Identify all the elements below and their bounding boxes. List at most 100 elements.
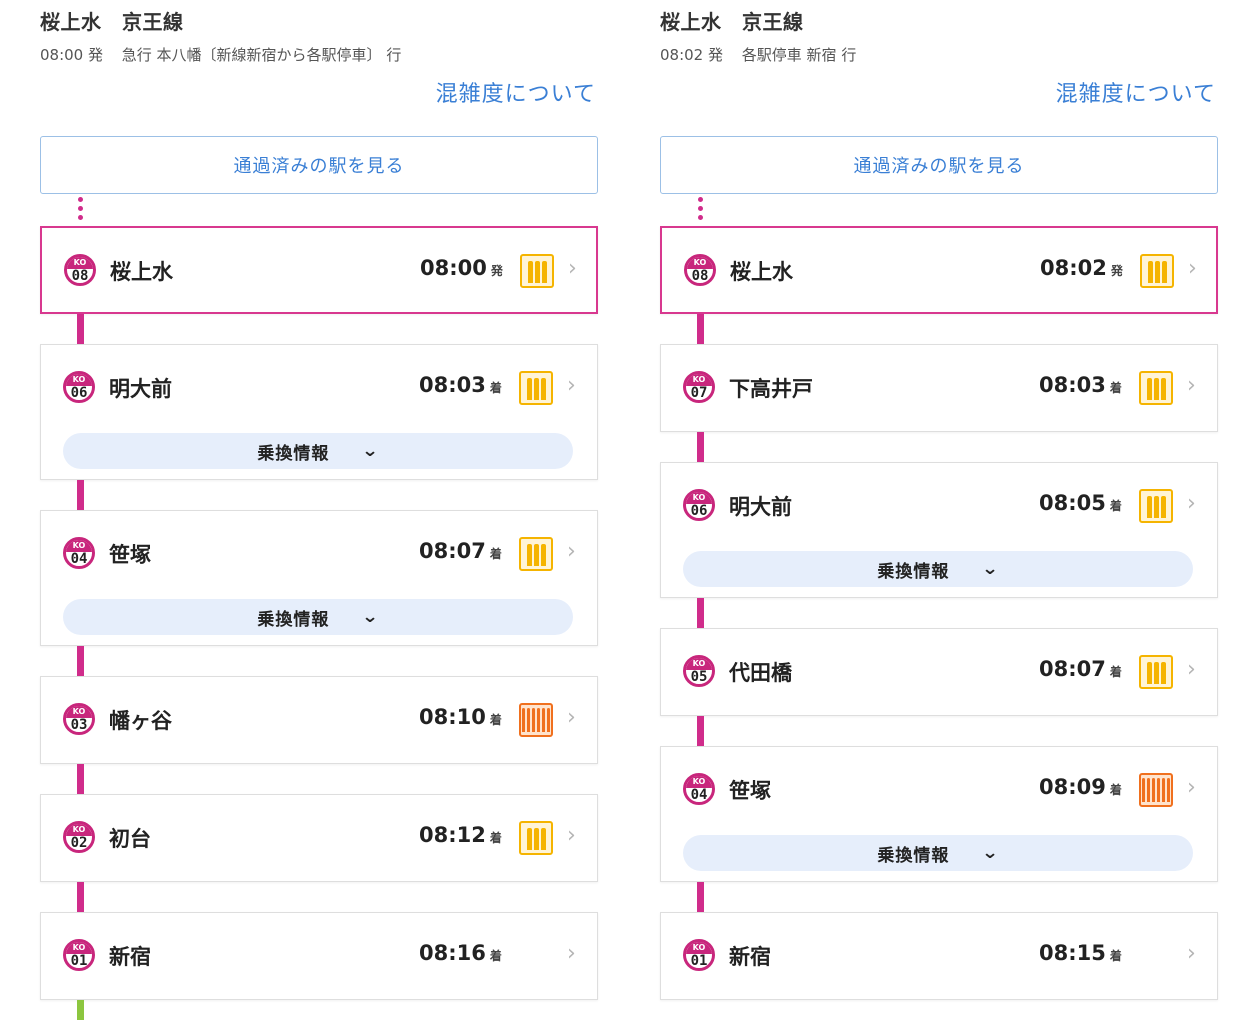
station-number-icon: KO 02 [63, 821, 95, 853]
arrival-departure-label: 着 [489, 831, 502, 845]
station-row[interactable]: KO 06 明大前 08:03 着 › [41, 345, 597, 433]
arrival-departure-label: 着 [489, 547, 502, 561]
departure-time: 08:00 発 [40, 46, 103, 64]
station-card[interactable]: KO 01 新宿 08:15 着 › [660, 912, 1218, 1000]
transfer-info-button[interactable]: 乗換情報 ⌄ [63, 433, 573, 469]
congestion-icon[interactable] [1139, 655, 1173, 689]
station-number-icon: KO 01 [63, 939, 95, 971]
station-row[interactable]: KO 07 下高井戸 08:03 着 › [661, 345, 1217, 433]
station-row[interactable]: KO 04 笹塚 08:09 着 › [661, 747, 1217, 835]
time-value: 08:03 [419, 373, 486, 397]
station-number-icon: KO 06 [63, 371, 95, 403]
station-row[interactable]: KO 08 桜上水 08:00 発 › [42, 228, 596, 316]
station-number: 03 [70, 717, 88, 733]
passed-stations-dots [76, 194, 84, 226]
transfer-info-label: 乗換情報 [257, 443, 330, 464]
station-card[interactable]: KO 02 初台 08:12 着 › [40, 794, 598, 882]
chevron-right-icon[interactable]: › [567, 705, 576, 730]
congestion-icon[interactable] [519, 703, 553, 737]
arrival-departure-label: 着 [1109, 783, 1122, 797]
congestion-icon[interactable] [1140, 254, 1174, 288]
station-card[interactable]: KO 03 幡ヶ谷 08:10 着 › [40, 676, 598, 764]
route-line-segment [77, 646, 84, 676]
congestion-icon[interactable] [519, 371, 553, 405]
left-timetable-panel: 桜上水 京王線 08:00 発 急行 本八幡〔新線新宿から各駅停車〕 行 混雑度… [40, 0, 600, 1020]
transfer-info-label: 乗換情報 [877, 845, 950, 866]
station-row[interactable]: KO 06 明大前 08:05 着 › [661, 463, 1217, 551]
station-card[interactable]: KO 04 笹塚 08:07 着 › 乗換情報 ⌄ [40, 510, 598, 646]
station-number: 07 [690, 385, 708, 401]
station-row[interactable]: KO 03 幡ヶ谷 08:10 着 › [41, 677, 597, 765]
station-number: 01 [690, 953, 708, 969]
station-row[interactable]: KO 02 初台 08:12 着 › [41, 795, 597, 883]
arrival-departure-label: 着 [1109, 665, 1122, 679]
congestion-icon[interactable] [519, 821, 553, 855]
station-row[interactable]: KO 08 桜上水 08:02 発 › [662, 228, 1216, 316]
station-number: 02 [70, 835, 88, 851]
station-name: 下高井戸 [729, 377, 813, 401]
station-time: 08:03 着 [1039, 373, 1122, 397]
station-time: 08:05 着 [1039, 491, 1122, 515]
station-name: 新宿 [109, 945, 151, 969]
time-value: 08:03 [1039, 373, 1106, 397]
train-info: 08:00 発 急行 本八幡〔新線新宿から各駅停車〕 行 [40, 44, 415, 65]
congestion-info-link[interactable]: 混雑度について [436, 76, 596, 108]
transfer-info-button[interactable]: 乗換情報 ⌄ [683, 835, 1193, 871]
station-line-title: 桜上水 京王線 [40, 10, 184, 34]
show-passed-stations-button[interactable]: 通過済みの駅を見る [660, 136, 1218, 194]
chevron-right-icon[interactable]: › [567, 539, 576, 564]
station-card[interactable]: KO 06 明大前 08:05 着 › 乗換情報 ⌄ [660, 462, 1218, 598]
station-card[interactable]: KO 04 笹塚 08:09 着 › 乗換情報 ⌄ [660, 746, 1218, 882]
station-row[interactable]: KO 04 笹塚 08:07 着 › [41, 511, 597, 599]
time-value: 08:12 [419, 823, 486, 847]
station-card[interactable]: KO 05 代田橋 08:07 着 › [660, 628, 1218, 716]
station-name: 幡ヶ谷 [109, 709, 172, 733]
show-passed-stations-button[interactable]: 通過済みの駅を見る [40, 136, 598, 194]
chevron-right-icon[interactable]: › [567, 941, 576, 966]
congestion-icon[interactable] [520, 254, 554, 288]
chevron-right-icon[interactable]: › [1187, 657, 1196, 682]
station-card[interactable]: KO 07 下高井戸 08:03 着 › [660, 344, 1218, 432]
double-chevron-down-icon: ⌄ [981, 559, 1001, 579]
station-number-icon: KO 04 [63, 537, 95, 569]
transfer-info-button[interactable]: 乗換情報 ⌄ [683, 551, 1193, 587]
route-line-segment [77, 764, 84, 794]
chevron-right-icon[interactable]: › [568, 256, 577, 281]
congestion-icon[interactable] [1139, 489, 1173, 523]
station-row[interactable]: KO 05 代田橋 08:07 着 › [661, 629, 1217, 717]
chevron-right-icon[interactable]: › [1188, 256, 1197, 281]
station-number: 04 [70, 551, 88, 567]
station-name: 桜上水 [110, 260, 173, 284]
chevron-right-icon[interactable]: › [1187, 775, 1196, 800]
congestion-info-link[interactable]: 混雑度について [1056, 76, 1216, 108]
chevron-right-icon[interactable]: › [1187, 941, 1196, 966]
station-card[interactable]: KO 06 明大前 08:03 着 › 乗換情報 ⌄ [40, 344, 598, 480]
station-time: 08:15 着 [1039, 941, 1122, 965]
station-card[interactable]: KO 01 新宿 08:16 着 › [40, 912, 598, 1000]
station-row[interactable]: KO 01 新宿 08:16 着 › [41, 913, 597, 1001]
station-number: 06 [70, 385, 88, 401]
route-line-segment [77, 480, 84, 510]
station-name: 初台 [109, 827, 151, 851]
congestion-icon[interactable] [1139, 773, 1173, 807]
time-value: 08:02 [1040, 256, 1107, 280]
route-line-segment [697, 432, 704, 462]
congestion-icon[interactable] [1139, 371, 1173, 405]
chevron-right-icon[interactable]: › [1187, 491, 1196, 516]
route-line-segment [697, 882, 704, 912]
station-row[interactable]: KO 01 新宿 08:15 着 › [661, 913, 1217, 1001]
chevron-right-icon[interactable]: › [567, 823, 576, 848]
transfer-info-button[interactable]: 乗換情報 ⌄ [63, 599, 573, 635]
current-station-card[interactable]: KO 08 桜上水 08:00 発 › [40, 226, 598, 314]
current-station-card[interactable]: KO 08 桜上水 08:02 発 › [660, 226, 1218, 314]
train-type-destination: 各駅停車 新宿 行 [741, 46, 857, 64]
station-number-icon: KO 03 [63, 703, 95, 735]
station-name: 桜上水 [730, 260, 793, 284]
chevron-right-icon[interactable]: › [567, 373, 576, 398]
station-name: 新宿 [729, 945, 771, 969]
congestion-icon[interactable] [519, 537, 553, 571]
double-chevron-down-icon: ⌄ [361, 607, 381, 627]
chevron-right-icon[interactable]: › [1187, 373, 1196, 398]
transfer-info-label: 乗換情報 [877, 561, 950, 582]
time-value: 08:09 [1039, 775, 1106, 799]
